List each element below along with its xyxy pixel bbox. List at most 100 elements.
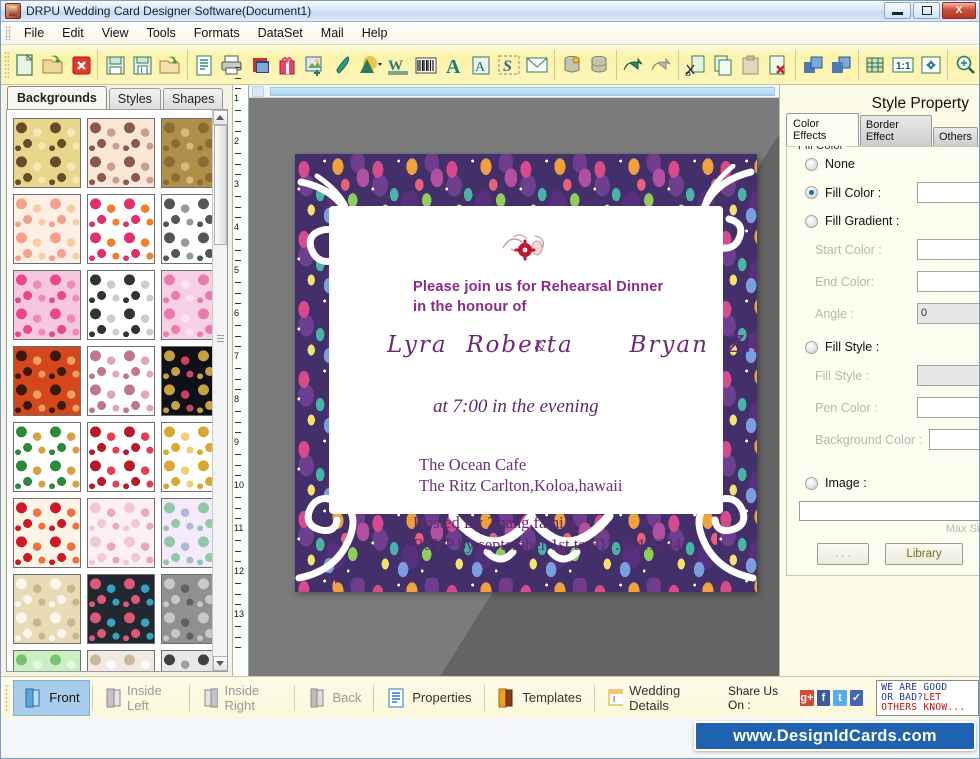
option-none-row[interactable]: None (805, 157, 980, 171)
background-thumbnail[interactable] (161, 498, 212, 568)
document-properties-icon[interactable] (192, 51, 217, 79)
pen-tool-icon[interactable] (329, 51, 354, 79)
actual-size-icon[interactable]: 1:1 (890, 51, 916, 79)
background-thumbnail[interactable] (87, 346, 155, 416)
gift-card-icon[interactable] (274, 51, 299, 79)
background-thumbnail[interactable] (87, 270, 155, 340)
redo-icon[interactable] (648, 51, 674, 79)
background-thumbnail[interactable] (161, 574, 212, 644)
paste-icon[interactable] (738, 51, 763, 79)
bottom-tab-wedding-details[interactable]: I Wedding Details (596, 676, 718, 720)
background-thumbnail[interactable] (13, 346, 81, 416)
print-icon[interactable] (219, 51, 245, 79)
background-thumbnail[interactable] (161, 118, 212, 188)
background-thumbnail[interactable] (13, 498, 81, 568)
background-thumbnail[interactable] (87, 118, 155, 188)
bottom-tab-properties[interactable]: Properties (376, 680, 481, 716)
delete-icon[interactable] (765, 51, 790, 79)
thumbnail-scrollbar[interactable] (212, 110, 227, 671)
end-color-swatch[interactable] (917, 271, 980, 292)
canvas-workspace[interactable]: Please join us for Rehearsal Dinner in t… (249, 98, 779, 676)
bottom-tab-inside-right[interactable]: Inside Right (192, 676, 292, 720)
text-tool-icon[interactable]: A (441, 51, 466, 79)
grid-icon[interactable] (863, 51, 888, 79)
none-radio[interactable] (805, 158, 818, 171)
background-thumbnail[interactable] (161, 270, 212, 340)
zoom-icon[interactable] (952, 51, 978, 79)
shape-fill-icon[interactable] (356, 51, 383, 79)
website-url-banner[interactable]: www.DesignIdCards.com (694, 721, 976, 751)
browse-button[interactable]: . . . (817, 543, 869, 565)
google-plus-icon[interactable]: g+ (800, 690, 814, 706)
bottom-toolbar-grip[interactable] (5, 684, 9, 712)
barcode-icon[interactable] (413, 51, 439, 79)
background-thumbnail[interactable] (87, 194, 155, 264)
wedding-card-front[interactable]: Please join us for Rehearsal Dinner in t… (295, 154, 757, 592)
minimize-button[interactable] (884, 2, 911, 19)
menu-edit[interactable]: Edit (53, 23, 93, 43)
tab-shapes[interactable]: Shapes (163, 88, 223, 109)
open-folder-icon[interactable] (40, 51, 66, 79)
fill-style-radio[interactable] (805, 341, 818, 354)
tab-backgrounds[interactable]: Backgrounds (7, 86, 107, 109)
background-thumbnail[interactable] (13, 270, 81, 340)
option-fill-gradient-row[interactable]: Fill Gradient : (805, 214, 980, 228)
horizontal-scrollbar-thumb[interactable] (270, 87, 775, 96)
option-fill-color-row[interactable]: Fill Color : (805, 182, 980, 203)
card-couple-names[interactable]: Lyra Roberta Bryan Zhang (387, 332, 757, 358)
option-image-row[interactable]: Image : (805, 476, 980, 490)
scroll-down-arrow[interactable] (213, 656, 228, 671)
background-thumbnail[interactable] (13, 118, 81, 188)
background-thumbnail[interactable] (13, 194, 81, 264)
copy-icon[interactable] (711, 51, 736, 79)
card-time-text[interactable]: at 7:00 in the evening (433, 396, 599, 418)
tab-border-effect[interactable]: Border Effect (860, 115, 932, 146)
background-thumbnail[interactable] (161, 194, 212, 264)
background-thumbnail[interactable] (87, 574, 155, 644)
background-thumbnail[interactable] (87, 650, 155, 671)
fill-style-select[interactable] (917, 365, 980, 386)
horizontal-scrollbar[interactable] (249, 85, 779, 98)
background-thumbnail[interactable] (161, 346, 212, 416)
tab-others[interactable]: Others (933, 127, 978, 146)
signature-icon[interactable]: S (496, 51, 522, 79)
scrollbar-track[interactable] (213, 125, 228, 656)
toolbar-grip[interactable] (4, 51, 9, 79)
background-thumbnail[interactable] (13, 574, 81, 644)
menu-mail[interactable]: Mail (312, 23, 353, 43)
facebook-icon[interactable]: f (817, 690, 831, 706)
card-venue-text[interactable]: The Ocean Cafe The Ritz Carlton,Koloa,ha… (419, 454, 622, 496)
fit-to-window-icon[interactable] (918, 51, 943, 79)
background-color-swatch[interactable] (929, 429, 980, 450)
twitter-icon[interactable]: t (833, 690, 847, 706)
fill-gradient-radio[interactable] (805, 215, 818, 228)
new-document-icon[interactable] (13, 51, 38, 79)
background-thumbnail[interactable] (161, 422, 212, 492)
pen-color-swatch[interactable] (917, 397, 980, 418)
fill-color-swatch[interactable] (917, 182, 980, 203)
tab-color-effects[interactable]: Color Effects (786, 113, 859, 146)
background-thumbnail[interactable] (87, 422, 155, 492)
close-document-icon[interactable] (68, 51, 93, 79)
menu-tools[interactable]: Tools (138, 23, 185, 43)
fill-color-radio[interactable] (805, 186, 818, 199)
image-radio[interactable] (805, 477, 818, 490)
background-thumbnail[interactable] (161, 650, 212, 671)
save-icon[interactable] (102, 51, 127, 79)
layers-icon[interactable] (247, 51, 272, 79)
bottom-tab-front[interactable]: Front (13, 680, 89, 716)
angle-input[interactable]: 0 (917, 303, 980, 324)
menu-formats[interactable]: Formats (185, 23, 249, 43)
save-as-icon[interactable]: I (130, 51, 155, 79)
scroll-up-arrow[interactable] (213, 110, 228, 125)
scrollbar-thumb[interactable] (214, 125, 227, 245)
open-template-icon[interactable] (157, 51, 183, 79)
bottom-tab-inside-left[interactable]: Inside Left (94, 676, 187, 720)
background-thumbnail[interactable] (87, 498, 155, 568)
bring-to-front-icon[interactable] (800, 51, 826, 79)
library-button[interactable]: Library (885, 543, 963, 565)
database-stack-icon[interactable] (586, 51, 611, 79)
cut-icon[interactable] (683, 51, 708, 79)
menu-view[interactable]: View (93, 23, 138, 43)
like-icon[interactable]: ✓ (850, 690, 864, 706)
